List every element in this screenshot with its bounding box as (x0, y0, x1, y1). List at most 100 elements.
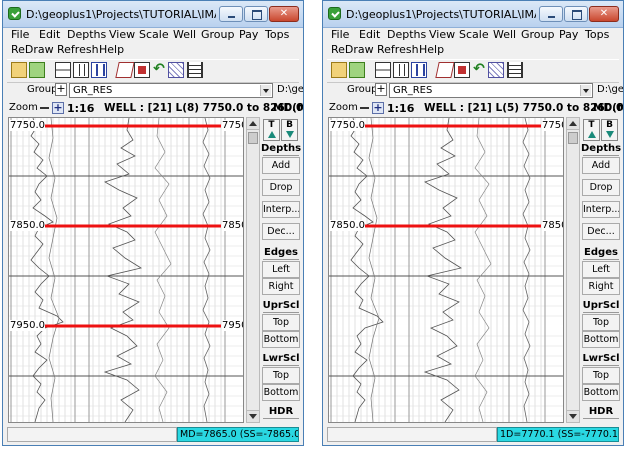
edges-right-button[interactable]: Right (582, 278, 620, 295)
zoom-in-icon[interactable]: + (52, 102, 64, 114)
open-folder-icon[interactable] (331, 62, 347, 78)
menu-refresh[interactable]: Refresh (57, 43, 99, 56)
open-folder-icon[interactable] (11, 62, 27, 78)
status-bar: MD=7865.0 (SS=-7865.0) (3% (7, 427, 299, 442)
lwrscl-bottom-button[interactable]: Bottom (262, 384, 300, 401)
title-bar[interactable]: D:\geoplus1\Projects\TUTORIAL\IMAGES\D..… (3, 1, 303, 28)
lwrscl-top-button[interactable]: Top (582, 367, 620, 384)
lwrscl-bottom-button[interactable]: Bottom (582, 384, 620, 401)
split-track-icon[interactable] (55, 62, 71, 78)
track-blue-icon[interactable] (91, 62, 107, 78)
bottom-button[interactable]: B (601, 119, 618, 141)
log-track-area[interactable]: 7750.0 7850.0 7950.0 7750.0 7850.0 7950.… (8, 117, 244, 423)
chevron-down-icon[interactable] (260, 85, 271, 96)
record-icon[interactable] (454, 62, 470, 78)
menu-scale[interactable]: Scale (139, 28, 169, 41)
flip-track-icon[interactable] (115, 62, 135, 78)
menu-edit[interactable]: Edit (39, 28, 60, 41)
log-window-1: D:\geoplus1\Projects\TUTORIAL\IMAGES\D..… (2, 0, 304, 446)
vertical-scrollbar[interactable] (566, 117, 580, 423)
menu-help[interactable]: Help (419, 43, 444, 56)
undo-icon[interactable]: ↶ (471, 62, 487, 78)
uprscl-top-button[interactable]: Top (262, 314, 300, 331)
vertical-scrollbar[interactable] (246, 117, 260, 423)
uprscl-bottom-button[interactable]: Bottom (582, 331, 620, 348)
minimize-button[interactable] (539, 6, 563, 22)
hdr-header[interactable]: HDR (261, 406, 301, 419)
top-button[interactable]: T (263, 119, 280, 141)
uprscl-top-button[interactable]: Top (582, 314, 620, 331)
scroll-down-icon[interactable] (247, 410, 259, 422)
track-blue-icon[interactable] (411, 62, 427, 78)
zoom-out-icon[interactable] (40, 107, 49, 109)
maximize-button[interactable] (564, 6, 588, 22)
track-doc-icon[interactable] (393, 62, 409, 78)
add-depth-button[interactable]: Add (582, 157, 620, 174)
open-folder-green-icon[interactable] (349, 62, 365, 78)
interp-button[interactable]: Interp... (262, 201, 300, 218)
scroll-thumb[interactable] (568, 132, 578, 144)
ladder-icon[interactable] (187, 62, 203, 78)
title-bar[interactable]: D:\geoplus1\Projects\TUTORIAL\IMAGES\D..… (323, 1, 623, 28)
zoom-in-icon[interactable]: + (372, 102, 384, 114)
zoom-out-icon[interactable] (360, 107, 369, 109)
record-icon[interactable] (134, 62, 150, 78)
edges-left-button[interactable]: Left (262, 261, 300, 278)
menu-file[interactable]: File (11, 28, 29, 41)
drop-depth-button[interactable]: Drop (262, 179, 300, 196)
split-track-icon[interactable] (375, 62, 391, 78)
uprscl-bottom-button[interactable]: Bottom (262, 331, 300, 348)
close-button[interactable] (269, 6, 299, 22)
dec-button[interactable]: Dec... (582, 223, 620, 240)
menu-pay[interactable]: Pay (559, 28, 578, 41)
group-add-button[interactable]: + (55, 83, 67, 96)
menu-help[interactable]: Help (99, 43, 124, 56)
flip-track-icon[interactable] (435, 62, 455, 78)
menu-refresh[interactable]: Refresh (377, 43, 419, 56)
bottom-button[interactable]: B (281, 119, 298, 141)
menu-depths[interactable]: Depths (67, 28, 106, 41)
track-doc-icon[interactable] (73, 62, 89, 78)
chevron-down-icon[interactable] (580, 85, 591, 96)
crossplot-icon[interactable] (488, 62, 504, 78)
menu-scale[interactable]: Scale (459, 28, 489, 41)
lwrscl-top-button[interactable]: Top (262, 367, 300, 384)
ladder-icon[interactable] (507, 62, 523, 78)
menu-view[interactable]: View (109, 28, 135, 41)
menu-tops[interactable]: Tops (265, 28, 289, 41)
minimize-button[interactable] (219, 6, 243, 22)
maximize-button[interactable] (244, 6, 268, 22)
top-button[interactable]: T (583, 119, 600, 141)
add-depth-button[interactable]: Add (262, 157, 300, 174)
group-select[interactable]: GR_RES (389, 83, 593, 98)
scroll-up-icon[interactable] (567, 118, 579, 130)
scroll-up-icon[interactable] (247, 118, 259, 130)
menu-well[interactable]: Well (173, 28, 196, 41)
log-track-area[interactable]: 7750.0 7850.0 7750.0 7850.0 (328, 117, 564, 423)
undo-icon[interactable]: ↶ (151, 62, 167, 78)
menu-redraw[interactable]: ReDraw (331, 43, 374, 56)
menu-depths[interactable]: Depths (387, 28, 426, 41)
menu-file[interactable]: File (331, 28, 349, 41)
menu-pay[interactable]: Pay (239, 28, 258, 41)
interp-button[interactable]: Interp... (582, 201, 620, 218)
menu-tops[interactable]: Tops (585, 28, 609, 41)
group-add-button[interactable]: + (375, 83, 387, 96)
menu-well[interactable]: Well (493, 28, 516, 41)
menu-edit[interactable]: Edit (359, 28, 380, 41)
menu-group[interactable]: Group (521, 28, 555, 41)
dec-button[interactable]: Dec... (262, 223, 300, 240)
menu-redraw[interactable]: ReDraw (11, 43, 54, 56)
crossplot-icon[interactable] (168, 62, 184, 78)
drop-depth-button[interactable]: Drop (582, 179, 620, 196)
edges-left-button[interactable]: Left (582, 261, 620, 278)
menu-view[interactable]: View (429, 28, 455, 41)
scroll-down-icon[interactable] (567, 410, 579, 422)
close-button[interactable] (589, 6, 619, 22)
open-folder-green-icon[interactable] (29, 62, 45, 78)
group-select[interactable]: GR_RES (69, 83, 273, 98)
scroll-thumb[interactable] (248, 132, 258, 144)
hdr-header[interactable]: HDR (581, 406, 621, 419)
edges-right-button[interactable]: Right (262, 278, 300, 295)
menu-group[interactable]: Group (201, 28, 235, 41)
